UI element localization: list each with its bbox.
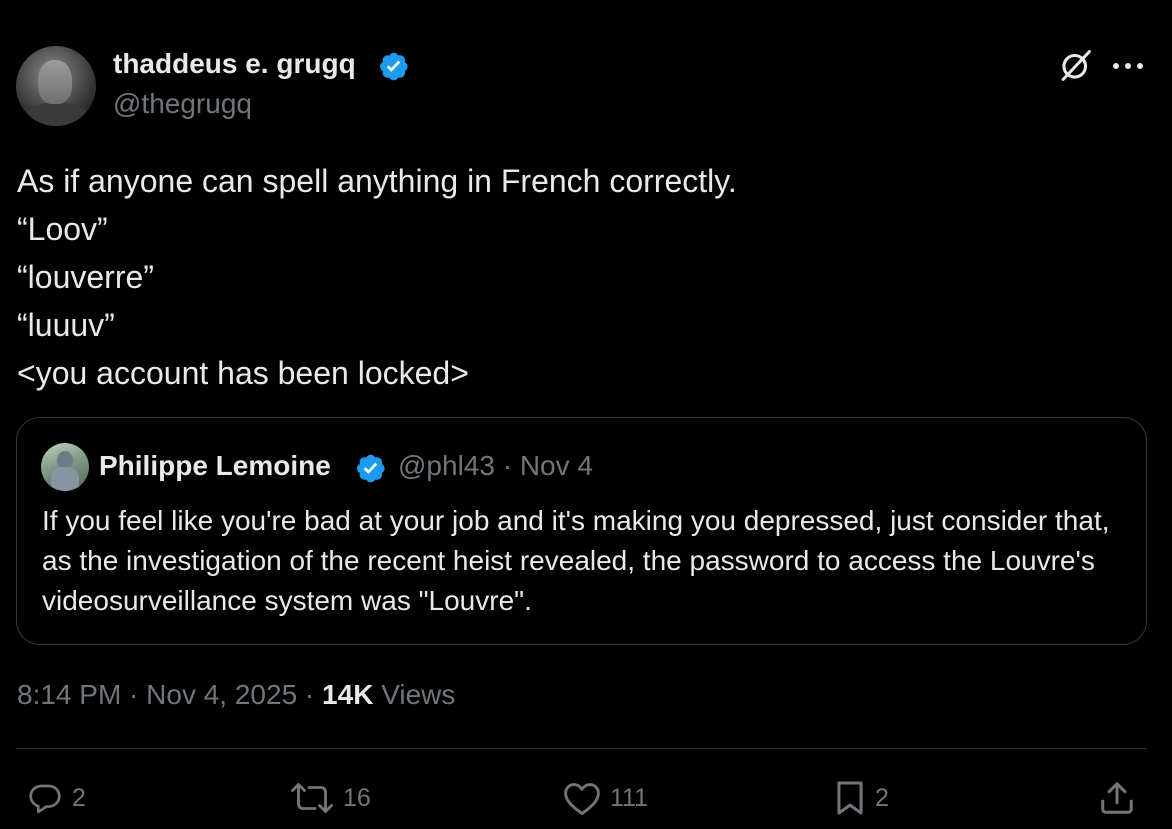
verified-badge-icon bbox=[380, 52, 408, 81]
quote-handle-date[interactable]: @phl43 · Nov 4 bbox=[398, 450, 593, 482]
avatar-shoulders bbox=[22, 102, 92, 126]
quoted-tweet-card[interactable]: Philippe Lemoine @phl43 · Nov 4 If you f… bbox=[16, 417, 1147, 645]
grok-icon[interactable] bbox=[1057, 47, 1094, 84]
like-button[interactable]: 111 bbox=[562, 778, 648, 818]
retweet-icon bbox=[291, 783, 333, 813]
tweet-timestamp[interactable]: 8:14 PM · Nov 4, 2025 · bbox=[17, 679, 322, 710]
bookmark-count: 2 bbox=[875, 783, 889, 812]
author-name[interactable]: thaddeus e. grugq bbox=[113, 48, 356, 80]
reply-button[interactable]: 2 bbox=[26, 778, 86, 818]
verified-badge-icon bbox=[357, 454, 385, 483]
quote-text: If you feel like you're bad at your job … bbox=[42, 505, 1110, 616]
bookmark-button[interactable]: 2 bbox=[833, 778, 889, 818]
bookmark-icon bbox=[837, 781, 863, 815]
more-icon[interactable] bbox=[1112, 62, 1144, 70]
divider bbox=[16, 748, 1147, 749]
reply-icon bbox=[29, 784, 61, 814]
heart-icon bbox=[564, 783, 600, 816]
retweet-count: 16 bbox=[343, 783, 371, 812]
quote-author-name[interactable]: Philippe Lemoine bbox=[99, 450, 331, 482]
retweet-button[interactable]: 16 bbox=[289, 778, 371, 818]
tweet-line: “Loov” bbox=[17, 211, 108, 247]
tweet-meta: 8:14 PM · Nov 4, 2025 · 14K Views bbox=[17, 679, 455, 711]
share-button[interactable] bbox=[1098, 778, 1136, 818]
tweet-text: As if anyone can spell anything in Frenc… bbox=[17, 157, 1147, 397]
quote-avatar-body bbox=[51, 467, 79, 491]
author-handle[interactable]: @thegrugq bbox=[113, 88, 252, 120]
like-count: 111 bbox=[610, 783, 649, 812]
tweet-line: <you account has been locked> bbox=[17, 355, 469, 391]
share-icon bbox=[1101, 782, 1133, 814]
tweet-line: As if anyone can spell anything in Frenc… bbox=[17, 163, 737, 199]
tweet-line: “louverre” bbox=[17, 259, 154, 295]
reply-count: 2 bbox=[72, 783, 86, 812]
views-count[interactable]: 14K bbox=[322, 679, 373, 710]
quote-avatar[interactable] bbox=[41, 443, 89, 491]
avatar-face bbox=[38, 60, 72, 104]
author-avatar[interactable] bbox=[16, 46, 96, 126]
views-label: Views bbox=[373, 679, 456, 710]
tweet-line: “luuuv” bbox=[17, 307, 115, 343]
